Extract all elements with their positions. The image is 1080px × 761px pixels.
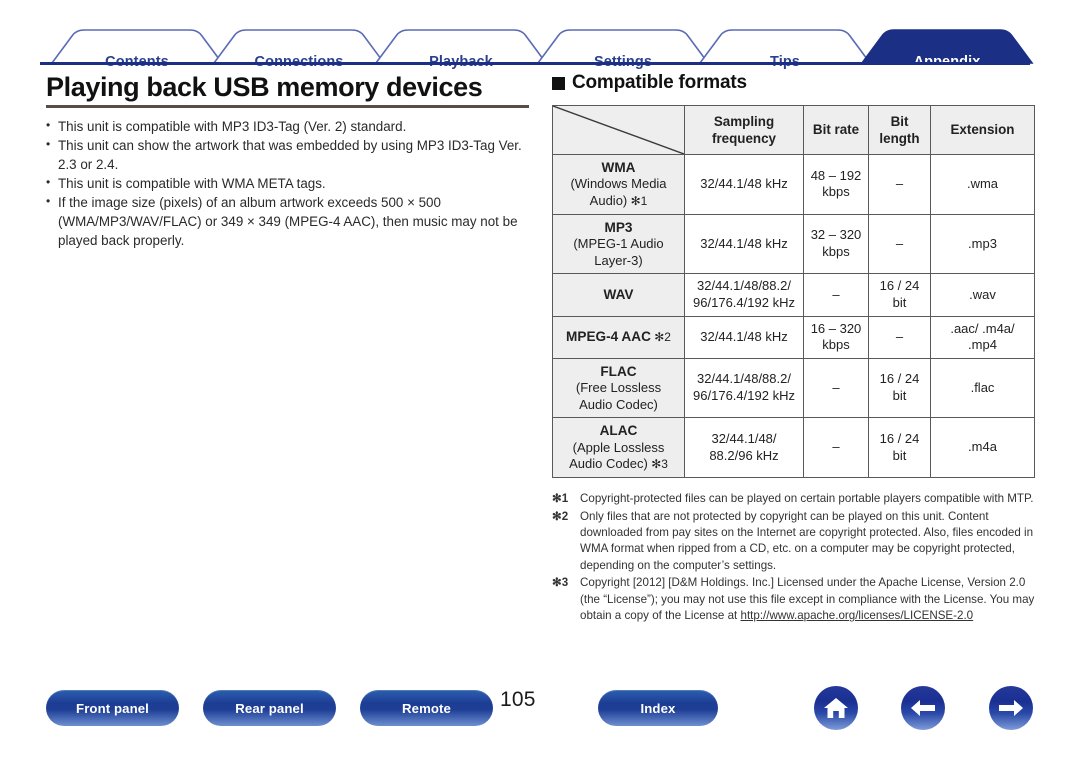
footnote-text: Copyright-protected files can be played … [580,492,1034,506]
footnote-marker: ✻3 [552,576,569,590]
footer-navigation: Front panel Rear panel Remote Index [0,686,1080,734]
cell-format-name: ALAC (Apple Lossless Audio Codec) ✻3 [552,417,685,479]
rear-panel-button[interactable]: Rear panel [203,690,336,726]
left-column: Playing back USB memory devices This uni… [46,72,536,250]
front-panel-button[interactable]: Front panel [46,690,179,726]
footnote-marker: ✻1 [552,492,569,506]
table-row: FLAC (Free Lossless Audio Codec) 32/44.1/4… [552,357,1035,419]
cell-format-name: WMA (Windows Media Audio) ✻1 [552,154,685,215]
cell-format-name: MPEG-4 AAC ✻2 [552,315,685,359]
table-row: MPEG-4 AAC ✻2 32/44.1/48 kHz 16 – 320 kbps… [552,315,1035,359]
cell-bit-rate: – [803,273,869,317]
tab-baseline-rule [40,62,1030,65]
intro-bullet-list: This unit is compatible with MP3 ID3-Tag… [46,117,536,250]
cell-format-name: MP3 (MPEG-1 Audio Layer-3) [552,213,685,275]
format-name-label: FLAC [600,363,637,379]
table-body: WMA (Windows Media Audio) ✻1 32/44.1/48 kH… [552,154,1035,479]
home-button[interactable] [814,686,858,730]
cell-sampling-frequency: 32/44.1/48 kHz [684,315,804,359]
footnote-ref: ✻1 [627,194,648,209]
cell-format-name: FLAC (Free Lossless Audio Codec) [552,357,685,419]
cell-sampling-frequency: 32/44.1/48 kHz [684,154,804,215]
table-row: ALAC (Apple Lossless Audio Codec) ✻3 32/44… [552,417,1035,479]
footnote-marker: ✻2 [552,509,569,523]
cell-extension: .wav [930,273,1035,317]
back-arrow-icon [911,700,935,716]
table-corner-cell [552,105,685,155]
cell-extension: .aac/ .m4a/ .mp4 [930,315,1035,359]
cell-bit-length: – [868,154,931,215]
format-name-label: ALAC [599,423,638,439]
col-header-sampling-frequency: Sampling frequency [684,105,804,155]
format-name-label: MP3 [604,219,633,235]
top-tab-bar: Contents Connections Playback Settings T… [0,22,1080,70]
section-heading: Compatible formats [552,72,1038,94]
list-item: This unit can show the artwork that was … [46,136,536,174]
format-subtitle: (Windows Media Audio) [570,176,667,209]
list-item: If the image size (pixels) of an album a… [46,193,536,250]
page-title: Playing back USB memory devices [46,72,483,102]
diagonal-divider-icon [553,106,684,154]
bullet-square-icon [552,76,565,90]
right-column: Compatible formats Sampling frequency Bi… [552,72,1038,626]
footnote-item: ✻3 Copyright [2012] [D&M Holdings. Inc.] … [552,575,1038,624]
cell-bit-rate: 32 – 320 kbps [803,213,869,275]
footnote-ref: ✻2 [650,330,671,345]
format-name-label: WAV [603,287,634,303]
cell-sampling-frequency: 32/44.1/48 kHz [684,213,804,275]
page-number: 105 [500,688,536,711]
col-header-bit-length: Bit length [868,105,931,155]
footnotes: ✻1 Copyright-protected files can be playe… [552,491,1038,625]
footnote-item: ✻2 Only files that are not protected by c… [552,509,1038,575]
table-row: WMA (Windows Media Audio) ✻1 32/44.1/48 kH… [552,154,1035,215]
table-header-row: Sampling frequency Bit rate Bit length E… [552,105,1035,155]
cell-sampling-frequency: 32/44.1/48/ 88.2/96 kHz [684,417,804,479]
cell-sampling-frequency: 32/44.1/48/88.2/ 96/176.4/192 kHz [684,357,804,419]
cell-bit-rate: – [803,357,869,419]
cell-bit-length: 16 / 24 bit [868,273,931,317]
footnote-text: Only files that are not protected by cop… [580,509,1034,572]
col-header-bit-rate: Bit rate [803,105,869,155]
cell-bit-length: 16 / 24 bit [868,357,931,419]
back-button[interactable] [901,686,945,730]
remote-button[interactable]: Remote [360,690,493,726]
cell-bit-length: – [868,213,931,275]
footnote-item: ✻1 Copyright-protected files can be playe… [552,491,1038,507]
table-row: MP3 (MPEG-1 Audio Layer-3) 32/44.1/48 kHz 3… [552,213,1035,275]
home-icon [824,698,848,718]
format-name-label: WMA [601,160,636,175]
cell-extension: .mp3 [930,213,1035,275]
index-button[interactable]: Index [598,690,718,726]
table-row: WAV 32/44.1/48/88.2/ 96/176.4/192 kHz –16 … [552,273,1035,317]
cell-bit-rate: – [803,417,869,479]
title-underline [46,105,529,109]
format-subtitle: (MPEG-1 Audio Layer-3) [573,236,664,268]
col-header-extension: Extension [930,105,1035,155]
cell-sampling-frequency: 32/44.1/48/88.2/ 96/176.4/192 kHz [684,273,804,317]
cell-extension: .wma [930,154,1035,215]
list-item: This unit is compatible with MP3 ID3-Tag… [46,117,536,136]
format-name-label: MPEG-4 AAC [566,329,651,345]
cell-extension: .m4a [930,417,1035,479]
cell-extension: .flac [930,357,1035,419]
cell-format-name: WAV [552,273,685,317]
list-item: This unit is compatible with WMA META ta… [46,174,536,193]
license-link[interactable]: http://www.apache.org/licenses/LICENSE-2… [741,609,974,622]
footnote-ref: ✻3 [647,457,668,472]
compatible-formats-table: Sampling frequency Bit rate Bit length E… [552,105,1035,479]
footnote-text: Copyright [2012] [D&M Holdings. Inc.] Li… [580,576,1035,623]
cell-bit-rate: 16 – 320 kbps [803,315,869,359]
forward-arrow-icon [999,700,1023,716]
cell-bit-length: 16 / 24 bit [868,417,931,479]
forward-button[interactable] [989,686,1033,730]
section-heading-label: Compatible formats [572,72,747,93]
cell-bit-length: – [868,315,931,359]
format-subtitle: (Free Lossless Audio Codec) [575,380,662,412]
cell-bit-rate: 48 – 192 kbps [803,154,869,215]
